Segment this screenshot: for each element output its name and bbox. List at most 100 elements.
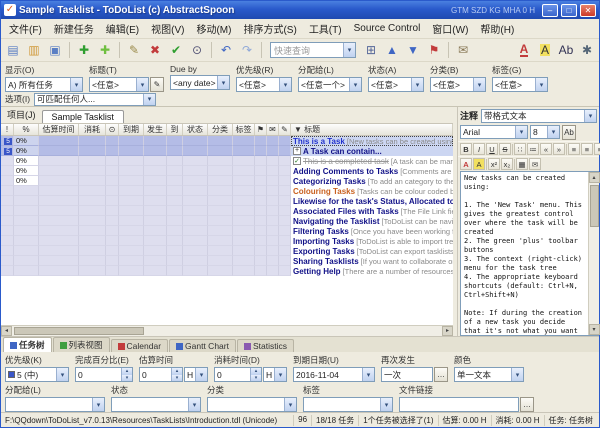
attr-due-date-field[interactable]: 2016-11-04▾: [293, 367, 375, 382]
attr-time-estimate-unit-combo[interactable]: H▾: [184, 367, 208, 382]
task-row[interactable]: Associated Files with Tasks[The File Lin…: [1, 206, 453, 216]
highlight-color-button[interactable]: A: [473, 158, 485, 170]
complete-task-button[interactable]: ✔: [166, 41, 186, 60]
attr-color-field[interactable]: 单一文本▾: [454, 367, 524, 382]
chevron-down-icon[interactable]: ▾: [195, 368, 207, 381]
scroll-down-icon[interactable]: ▾: [589, 324, 600, 335]
redo-button[interactable]: ↷: [237, 41, 257, 60]
view-tab-calendar[interactable]: Calendar: [111, 339, 169, 352]
column-header-start-date[interactable]: 发生: [144, 124, 167, 135]
task-title-cell[interactable]: Categorizing Tasks[To add an category to…: [291, 176, 453, 186]
preferences-button[interactable]: ✱: [577, 41, 597, 60]
quick-search-dropdown-icon[interactable]: ▾: [343, 43, 355, 57]
task-title-cell[interactable]: This is a Task[New tasks can be created …: [291, 136, 453, 146]
task-row[interactable]: Likewise for the task's Status, Allocate…: [1, 196, 453, 206]
attr-time-spent-field[interactable]: 0▴▾: [214, 367, 262, 382]
maximize-view-button[interactable]: ⊞: [361, 41, 381, 60]
expand-toggle-icon[interactable]: +: [293, 147, 301, 155]
menu-item-file[interactable]: 文件(F): [3, 19, 48, 38]
task-row[interactable]: 50%+A Task can contain...: [1, 146, 453, 156]
filter-title-combo[interactable]: <任意>▾: [89, 77, 149, 92]
column-header-due-date[interactable]: 到期: [119, 124, 144, 135]
task-title-cell[interactable]: Adding Comments to Tasks[Comments are en…: [291, 166, 453, 176]
move-task-up-button[interactable]: ▲: [382, 41, 402, 60]
chevron-down-icon[interactable]: ▾: [511, 368, 523, 381]
filter-priority-combo[interactable]: <任意>▾: [236, 77, 292, 92]
column-header-recurrence[interactable]: ⊙: [106, 124, 119, 135]
scroll-left-icon[interactable]: ◂: [1, 326, 12, 336]
task-title-cell[interactable]: Filtering Tasks[Once you have been worki…: [291, 226, 453, 236]
send-task-button[interactable]: ✉: [453, 41, 473, 60]
menu-item-new-task[interactable]: 新建任务: [48, 19, 100, 38]
chevron-down-icon[interactable]: ▾: [92, 398, 104, 411]
chevron-down-icon[interactable]: ▾: [188, 398, 200, 411]
chevron-down-icon[interactable]: ▾: [274, 368, 286, 381]
menu-item-move[interactable]: 移动(M): [190, 19, 237, 38]
menu-item-tools[interactable]: 工具(T): [303, 19, 348, 38]
highlight-color-button[interactable]: A: [535, 41, 555, 60]
chevron-down-icon[interactable]: ▾: [547, 126, 559, 138]
view-tab-statistics[interactable]: Statistics: [237, 339, 294, 352]
filter-options-combo[interactable]: 可匹配任何人... ▾: [34, 93, 156, 106]
attr-time-spent-spinner[interactable]: ▴▾: [250, 368, 261, 381]
text-color-button[interactable]: A: [460, 158, 472, 170]
attr-status-field[interactable]: ▾: [111, 397, 201, 412]
column-header-done-date[interactable]: 到: [167, 124, 183, 135]
undo-button[interactable]: ↶: [216, 41, 236, 60]
bullet-list-button[interactable]: ∷: [514, 143, 526, 155]
column-header-title[interactable]: ▼ 标题: [291, 124, 453, 135]
attr-alloc-to-field[interactable]: ▾: [5, 397, 105, 412]
indent-button[interactable]: »: [553, 143, 565, 155]
task-title-cell[interactable]: Exporting Tasks[ToDoList can export task…: [291, 246, 453, 256]
menu-item-view[interactable]: 视图(V): [145, 19, 190, 38]
filter-category-combo[interactable]: <任意>▾: [430, 77, 486, 92]
view-tab-list-view[interactable]: 列表视图: [53, 337, 110, 352]
task-title-cell[interactable]: Colouring Tasks[Tasks can be colour code…: [291, 186, 453, 196]
task-title-cell[interactable]: +A Task can contain...: [291, 146, 453, 156]
column-header-file-link[interactable]: ✎: [279, 124, 291, 135]
spin-down-icon[interactable]: ▾: [122, 375, 132, 382]
attr-file-link-field[interactable]: [399, 397, 519, 412]
task-row[interactable]: Navigating the Tasklist[ToDoList can be …: [1, 216, 453, 226]
attr-percent-done-spinner[interactable]: ▴▾: [121, 368, 132, 381]
filter-due-by-combo[interactable]: <any date>▾: [170, 75, 230, 90]
filter-title-options-button[interactable]: ✎: [150, 77, 164, 92]
task-row[interactable]: 0%Categorizing Tasks[To add an category …: [1, 176, 453, 186]
task-row[interactable]: Colouring Tasks[Tasks can be colour code…: [1, 186, 453, 196]
outdent-button[interactable]: «: [540, 143, 552, 155]
column-header-time-estimate[interactable]: 估算时间: [39, 124, 79, 135]
chevron-down-icon[interactable]: ▾: [70, 78, 82, 91]
strikethrough-button[interactable]: S: [499, 143, 511, 155]
comments-text[interactable]: New tasks can be created using: 1. The '…: [461, 172, 588, 335]
filter-show-combo[interactable]: A) 所有任务▾: [5, 77, 83, 92]
attr-percent-done-field[interactable]: 0▴▾: [75, 367, 133, 382]
tasklist-tab[interactable]: Sample Tasklist: [42, 110, 124, 123]
chevron-down-icon[interactable]: ▾: [143, 94, 155, 105]
chevron-down-icon[interactable]: ▾: [217, 76, 229, 89]
align-right-button[interactable]: ≡: [594, 143, 600, 155]
view-tab-gantt-chart[interactable]: Gantt Chart: [169, 339, 236, 352]
new-task-button[interactable]: ✚: [74, 41, 94, 60]
chevron-down-icon[interactable]: ▾: [515, 126, 527, 138]
task-row[interactable]: 0%Adding Comments to Tasks[Comments are …: [1, 166, 453, 176]
task-title-cell[interactable]: Sharing Tasklists[If you want to collabo…: [291, 256, 453, 266]
save-tasklist-button[interactable]: ▣: [45, 41, 65, 60]
attr-tags-field[interactable]: ▾: [303, 397, 393, 412]
scrollbar-thumb[interactable]: [590, 185, 599, 227]
column-header-percent[interactable]: %: [14, 124, 39, 135]
move-task-down-button[interactable]: ▼: [403, 41, 423, 60]
track-time-button[interactable]: ⊙: [187, 41, 207, 60]
attr-time-estimate-field[interactable]: 0▴▾: [139, 367, 183, 382]
chevron-down-icon[interactable]: ▾: [473, 78, 485, 91]
task-row[interactable]: Importing Tasks[ToDoList is able to impo…: [1, 236, 453, 246]
new-tasklist-button[interactable]: ▤: [3, 41, 23, 60]
menu-item-window[interactable]: 窗口(W): [426, 19, 474, 38]
column-header-status[interactable]: 状态: [183, 124, 208, 135]
spin-down-icon[interactable]: ▾: [172, 375, 182, 382]
scroll-right-icon[interactable]: ▸: [442, 326, 453, 336]
align-left-button[interactable]: ≡: [568, 143, 580, 155]
bold-button[interactable]: B: [460, 143, 472, 155]
open-tasklist-button[interactable]: ▥: [24, 41, 44, 60]
column-header-category[interactable]: 分类: [208, 124, 233, 135]
chevron-down-icon[interactable]: ▾: [279, 78, 291, 91]
